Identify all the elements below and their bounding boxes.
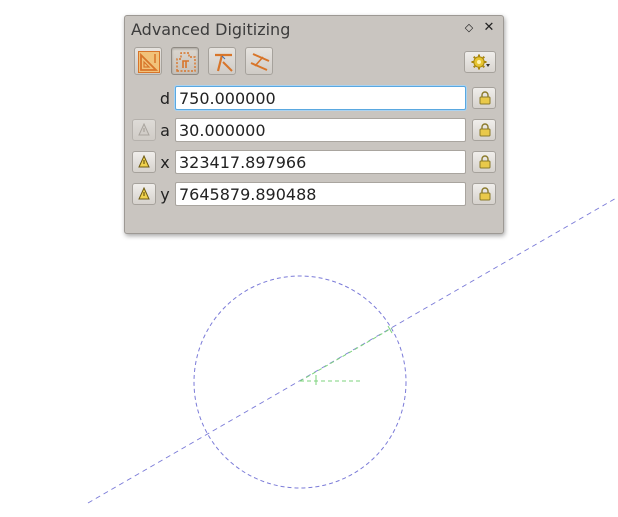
- x-coordinate-input[interactable]: [175, 150, 466, 174]
- relative-delta-icon: [138, 123, 150, 136]
- panel-titlebar[interactable]: Advanced Digitizing ◇ ✕: [125, 16, 503, 44]
- perpendicular-icon: [215, 53, 233, 72]
- x-relative-button[interactable]: [132, 151, 156, 173]
- parallel-icon: [250, 53, 270, 71]
- advanced-digitizing-panel: Advanced Digitizing ◇ ✕ d 750.000000 a 3…: [124, 15, 504, 234]
- x-lock-button[interactable]: [472, 151, 496, 173]
- lock-icon: [479, 155, 491, 169]
- snap-end-tick: [387, 325, 393, 334]
- angle-relative-button[interactable]: [132, 119, 156, 141]
- angle-label: a: [160, 121, 170, 140]
- panel-title: Advanced Digitizing: [131, 20, 291, 39]
- settings-gear-icon: [471, 54, 490, 70]
- diamond-float-icon: ◇: [464, 21, 474, 34]
- close-icon: ✕: [483, 20, 495, 35]
- perpendicular-button[interactable]: [208, 47, 236, 75]
- construction-guide-line: [87, 196, 618, 504]
- lock-icon: [479, 91, 491, 105]
- parallel-button[interactable]: [245, 47, 273, 75]
- close-panel-button[interactable]: ✕: [481, 20, 497, 36]
- y-lock-button[interactable]: [472, 183, 496, 205]
- construction-mode-icon: [176, 52, 196, 72]
- relative-delta-icon: [138, 187, 150, 200]
- x-label: x: [160, 153, 170, 172]
- angle-input[interactable]: [175, 118, 466, 142]
- y-coordinate-input[interactable]: [175, 182, 466, 206]
- y-relative-button[interactable]: [132, 183, 156, 205]
- distance-constraint-circle: [193, 275, 407, 489]
- distance-label: d: [159, 89, 171, 108]
- lock-icon: [479, 123, 491, 137]
- construction-mode-button[interactable]: [171, 47, 199, 75]
- distance-input[interactable]: [175, 86, 466, 110]
- enable-cad-button[interactable]: [134, 47, 162, 75]
- enable-cad-icon: [138, 51, 160, 73]
- y-label: y: [160, 185, 170, 204]
- angle-lock-button[interactable]: [472, 119, 496, 141]
- float-panel-button[interactable]: ◇: [461, 20, 477, 36]
- lock-icon: [479, 187, 491, 201]
- distance-lock-button[interactable]: [472, 87, 496, 109]
- settings-menu-button[interactable]: [464, 51, 496, 73]
- relative-delta-icon: [138, 155, 150, 168]
